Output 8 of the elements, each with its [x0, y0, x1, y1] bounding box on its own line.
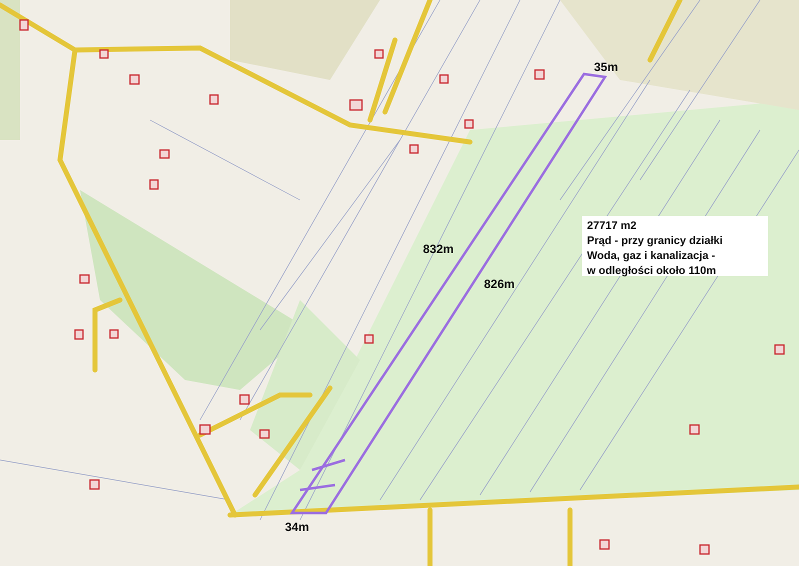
info-text: w odległości około 110m	[587, 264, 717, 278]
distance-label: 826m	[484, 277, 515, 291]
distance-label: 35m	[594, 60, 618, 74]
info-text: 27717 m2	[587, 219, 638, 233]
info-text: Woda, gaz i kanalizacja -	[587, 249, 716, 263]
distance-label: 832m	[423, 242, 454, 256]
info-text: Prąd - przy granicy działki	[587, 234, 724, 248]
distance-label: 34m	[285, 520, 310, 534]
